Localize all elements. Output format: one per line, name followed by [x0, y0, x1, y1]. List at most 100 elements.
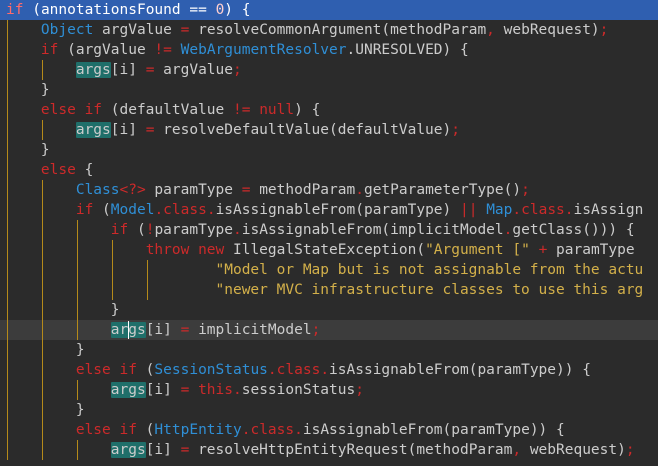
code-token: if: [6, 2, 24, 18]
indent-guide: [146, 260, 148, 300]
code-line[interactable]: args[i] = resolveDefaultValue(defaultVal…: [0, 120, 658, 140]
indent-guide: [76, 220, 78, 340]
highlighted-identifier: args: [75, 122, 111, 138]
code-token: Map: [486, 202, 513, 218]
code-token: .: [355, 182, 364, 198]
code-token: !=: [154, 42, 172, 58]
code-line[interactable]: args[i] = resolveHttpEntityRequest(metho…: [0, 440, 658, 460]
code-line[interactable]: else {: [0, 160, 658, 180]
code-line[interactable]: Object argValue = resolveCommonArgument(…: [0, 20, 658, 40]
code-token: getParameterType(): [363, 182, 522, 198]
code-line[interactable]: if (annotationsFound == 0) {: [0, 0, 658, 20]
code-line[interactable]: Class<?> paramType = methodParam.getPara…: [0, 180, 658, 200]
highlighted-identifier: args: [110, 382, 146, 398]
code-line[interactable]: "Model or Map but is not assignable from…: [0, 260, 658, 280]
code-line[interactable]: }: [0, 400, 658, 420]
code-line[interactable]: "newer MVC infrastructure classes to use…: [0, 280, 658, 300]
code-token: [i]: [145, 442, 181, 458]
code-token: }: [110, 302, 120, 318]
code-token: }: [75, 402, 85, 418]
indent-guide: [111, 240, 113, 300]
code-token: argValue: [154, 62, 233, 78]
code-token: .UNRESOLVED) {: [346, 42, 469, 58]
code-token: .: [512, 202, 522, 218]
code-token: Object: [40, 22, 94, 38]
code-token: class: [163, 202, 207, 218]
code-token: .: [320, 362, 330, 378]
code-token: IllegalStateException(: [224, 242, 426, 258]
code-token: ;: [625, 442, 635, 458]
code-line[interactable]: else if (HttpEntity.class.isAssignableFr…: [0, 420, 658, 440]
code-token: Class: [75, 182, 120, 198]
code-token: ;: [451, 122, 460, 138]
code-line[interactable]: args[i] = argValue;: [0, 60, 658, 80]
code-token: ;: [355, 382, 364, 398]
code-token: paramType: [547, 242, 635, 258]
code-token: paramType: [154, 222, 234, 238]
code-token: [i]: [145, 322, 181, 338]
code-token: else: [40, 162, 76, 178]
code-token: "Model or Map but is not assignable from…: [215, 262, 644, 278]
code-token: +: [538, 242, 548, 258]
code-line[interactable]: }: [0, 300, 658, 320]
code-line[interactable]: else if (defaultValue != null) {: [0, 100, 658, 120]
code-token: (: [136, 422, 155, 438]
indent-guide: [76, 440, 78, 460]
code-line[interactable]: args[i] = implicitModel;: [0, 320, 658, 340]
code-line[interactable]: }: [0, 80, 658, 100]
code-token: "Argument [": [425, 242, 530, 258]
code-line[interactable]: if (!paramType.isAssignableFrom(implicit…: [0, 220, 658, 240]
code-line[interactable]: if (Model.class.isAssignableFrom(paramTy…: [0, 200, 658, 220]
code-token: getClass())) {: [512, 222, 635, 238]
code-token: .: [233, 222, 242, 238]
code-token: resolveDefaultValue(defaultValue): [154, 122, 452, 138]
code-line[interactable]: else if (SessionStatus.class.isAssignabl…: [0, 360, 658, 380]
indent-guide: [76, 380, 78, 400]
code-token: }: [40, 82, 50, 98]
code-token: ) {: [224, 2, 251, 18]
code-editor[interactable]: if (annotationsFound == 0) { Object argV…: [0, 0, 658, 466]
code-line[interactable]: args[i] = this.sessionStatus;: [0, 380, 658, 400]
code-token: }: [40, 142, 50, 158]
code-token: 0: [215, 2, 225, 18]
code-token: resolveHttpEntityRequest(methodParam: [189, 442, 513, 458]
indent-guide: [7, 20, 8, 460]
code-token: webRequest): [494, 22, 600, 38]
code-line[interactable]: if (argValue != WebArgumentResolver.UNRE…: [0, 40, 658, 60]
code-token: (: [23, 2, 41, 18]
code-token: sessionStatus: [241, 382, 356, 398]
code-line[interactable]: throw new IllegalStateException("Argumen…: [0, 240, 658, 260]
code-token: [i]: [145, 382, 181, 398]
code-token: isAssignableFrom(implicitModel: [241, 222, 504, 238]
code-line[interactable]: }: [0, 340, 658, 360]
indent-guide: [41, 60, 43, 80]
code-token: isAssignableFrom(paramType)) {: [329, 362, 591, 378]
code-token: ) {: [294, 102, 321, 118]
code-token: ;: [311, 322, 321, 338]
code-token: [i]: [110, 62, 146, 78]
code-token: resolveCommonArgument(methodParam: [189, 22, 487, 38]
code-token: <?>: [119, 182, 146, 198]
code-token: webRequest): [521, 442, 626, 458]
code-line[interactable]: }: [0, 140, 658, 160]
indent-guide: [41, 180, 43, 460]
